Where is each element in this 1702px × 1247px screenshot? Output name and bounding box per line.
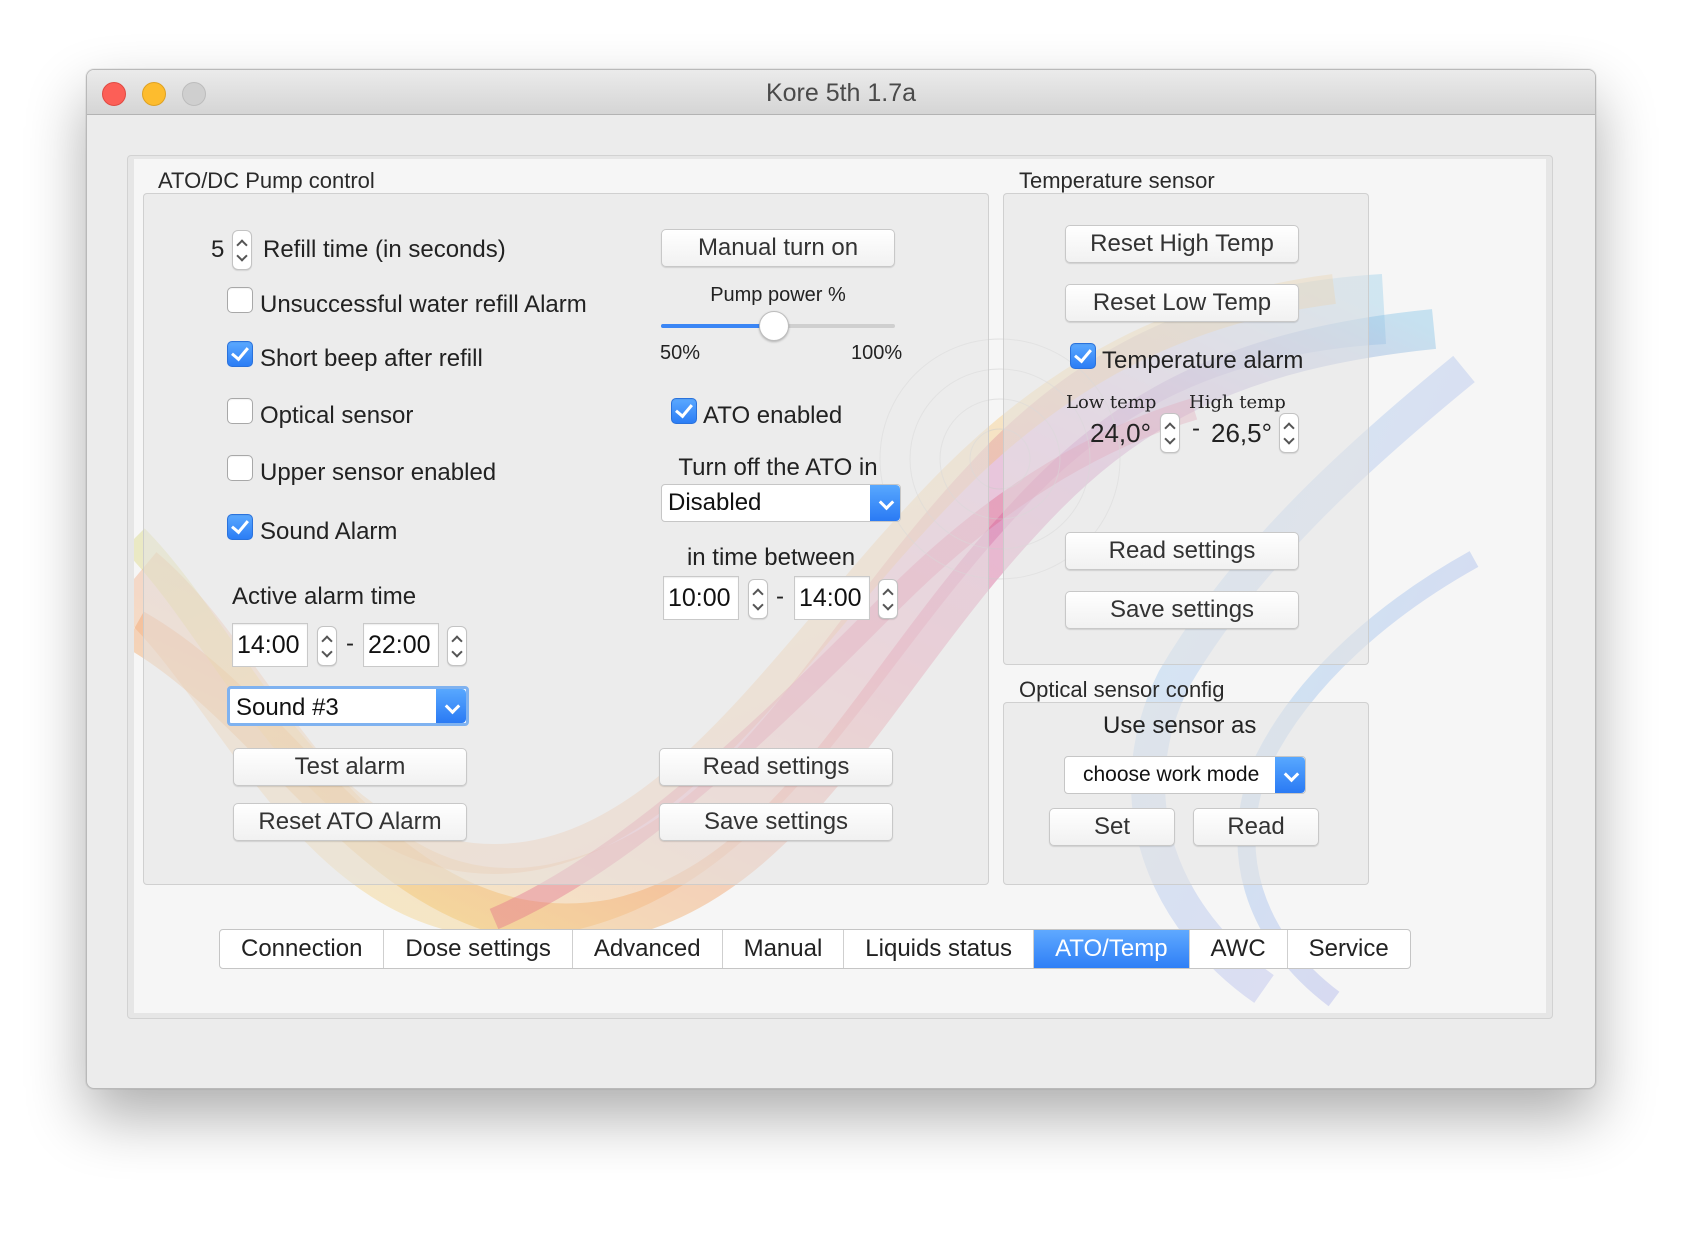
chevron-down-icon[interactable] [1275, 757, 1305, 793]
sound-select[interactable]: Sound #3 [227, 686, 469, 726]
in-time-between-label: in time between [686, 544, 856, 571]
alarm-from-stepper[interactable] [317, 626, 337, 666]
tab-liquids-status[interactable]: Liquids status [844, 930, 1035, 968]
ato-group-title: ATO/DC Pump control [158, 168, 375, 193]
tab-advanced[interactable]: Advanced [573, 930, 723, 968]
short-beep-checkbox[interactable] [227, 341, 253, 367]
pump-power-min-label: 50% [660, 342, 701, 364]
optical-group-title: Optical sensor config [1019, 677, 1225, 702]
ato-time-to-field[interactable]: 14:00 [794, 576, 870, 620]
pump-power-slider-track[interactable] [661, 311, 895, 341]
temp-group-title: Temperature sensor [1019, 168, 1215, 193]
ato-save-settings-button[interactable]: Save settings [659, 803, 893, 841]
chevron-down-icon[interactable] [882, 599, 894, 611]
chevron-down-icon[interactable] [436, 689, 466, 723]
tab-bar: Connection Dose settings Advanced Manual… [219, 929, 1411, 969]
use-sensor-as-label: Use sensor as [1103, 712, 1257, 739]
chevron-up-icon[interactable] [451, 635, 463, 647]
upper-sensor-label: Upper sensor enabled [260, 459, 497, 486]
upper-sensor-checkbox[interactable] [227, 455, 253, 481]
work-mode-select[interactable]: choose work mode [1064, 756, 1306, 794]
low-temp-stepper[interactable] [1160, 413, 1180, 453]
chevron-down-icon[interactable] [870, 485, 900, 521]
ato-enabled-label: ATO enabled [703, 402, 843, 429]
chevron-up-icon[interactable] [236, 239, 248, 251]
pump-power-max-label: 100% [851, 342, 903, 364]
title-bar[interactable]: Kore 5th 1.7a [87, 70, 1595, 115]
reset-ato-alarm-button[interactable]: Reset ATO Alarm [233, 803, 467, 841]
temperature-alarm-label: Temperature alarm [1102, 347, 1304, 374]
optical-sensor-label: Optical sensor [260, 402, 414, 429]
tab-dose-settings[interactable]: Dose settings [384, 930, 573, 968]
optical-read-button[interactable]: Read [1193, 808, 1319, 846]
work-mode-select-value: choose work mode [1083, 763, 1260, 786]
tab-connection[interactable]: Connection [220, 930, 385, 968]
low-temp-label: Low temp [1066, 392, 1157, 413]
refill-time-label: Refill time (in seconds) [263, 236, 506, 263]
turn-off-select[interactable]: Disabled [661, 484, 901, 522]
app-window: Kore 5th 1.7a ATO/DC Pump control 5 Refi… [86, 69, 1596, 1089]
high-temp-value[interactable]: 26,5° [1211, 418, 1272, 449]
reset-low-temp-button[interactable]: Reset Low Temp [1065, 284, 1299, 322]
tab-service[interactable]: Service [1288, 930, 1410, 968]
alarm-to-stepper[interactable] [447, 626, 467, 666]
chevron-up-icon[interactable] [1283, 422, 1295, 434]
chevron-down-icon[interactable] [451, 646, 463, 658]
temp-dash: - [1192, 415, 1200, 442]
chevron-down-icon[interactable] [1283, 433, 1295, 445]
chevron-up-icon[interactable] [752, 588, 764, 600]
tab-manual[interactable]: Manual [723, 930, 845, 968]
high-temp-label: High temp [1189, 392, 1286, 413]
ato-read-settings-button[interactable]: Read settings [659, 748, 893, 786]
unsuccessful-refill-label: Unsuccessful water refill Alarm [260, 291, 587, 318]
sound-select-value: Sound #3 [236, 694, 339, 721]
sound-alarm-checkbox[interactable] [227, 514, 253, 540]
reset-high-temp-button[interactable]: Reset High Temp [1065, 225, 1299, 263]
chevron-up-icon[interactable] [1164, 422, 1176, 434]
optical-set-button[interactable]: Set [1049, 808, 1175, 846]
active-alarm-time-label: Active alarm time [232, 583, 417, 610]
test-alarm-button[interactable]: Test alarm [233, 748, 467, 786]
ato-enabled-checkbox[interactable] [671, 398, 697, 424]
chevron-down-icon[interactable] [236, 250, 248, 262]
temp-read-settings-button[interactable]: Read settings [1065, 532, 1299, 570]
chevron-up-icon[interactable] [321, 635, 333, 647]
refill-time-stepper[interactable] [232, 230, 252, 270]
chevron-down-icon[interactable] [321, 646, 333, 658]
alarm-from-field[interactable]: 14:00 [232, 623, 308, 667]
turn-off-ato-label: Turn off the ATO in [678, 454, 878, 481]
pump-power-slider-fill [661, 324, 774, 328]
sound-alarm-label: Sound Alarm [260, 518, 398, 545]
chevron-down-icon[interactable] [1164, 433, 1176, 445]
manual-turn-on-button[interactable]: Manual turn on [661, 229, 895, 267]
alarm-to-field[interactable]: 22:00 [363, 623, 439, 667]
short-beep-label: Short beep after refill [260, 345, 483, 372]
tab-awc[interactable]: AWC [1190, 930, 1288, 968]
high-temp-stepper[interactable] [1279, 413, 1299, 453]
turn-off-select-value: Disabled [668, 489, 762, 516]
alarm-dash: - [346, 630, 354, 657]
window-title: Kore 5th 1.7a [765, 79, 917, 107]
chevron-down-icon[interactable] [752, 599, 764, 611]
tab-ato-temp[interactable]: ATO/Temp [1034, 930, 1190, 968]
ato-time-from-field[interactable]: 10:00 [663, 576, 739, 620]
optical-sensor-checkbox[interactable] [227, 398, 253, 424]
temperature-alarm-checkbox[interactable] [1070, 343, 1096, 369]
ato-time-from-stepper[interactable] [748, 579, 768, 619]
ato-time-dash: - [776, 583, 784, 610]
ato-time-to-stepper[interactable] [878, 579, 898, 619]
unsuccessful-refill-checkbox[interactable] [227, 287, 253, 313]
refill-time-value[interactable]: 5 [211, 236, 224, 264]
pump-power-label: Pump power % [710, 284, 846, 306]
chevron-up-icon[interactable] [882, 588, 894, 600]
low-temp-value[interactable]: 24,0° [1090, 418, 1151, 449]
temp-save-settings-button[interactable]: Save settings [1065, 591, 1299, 629]
